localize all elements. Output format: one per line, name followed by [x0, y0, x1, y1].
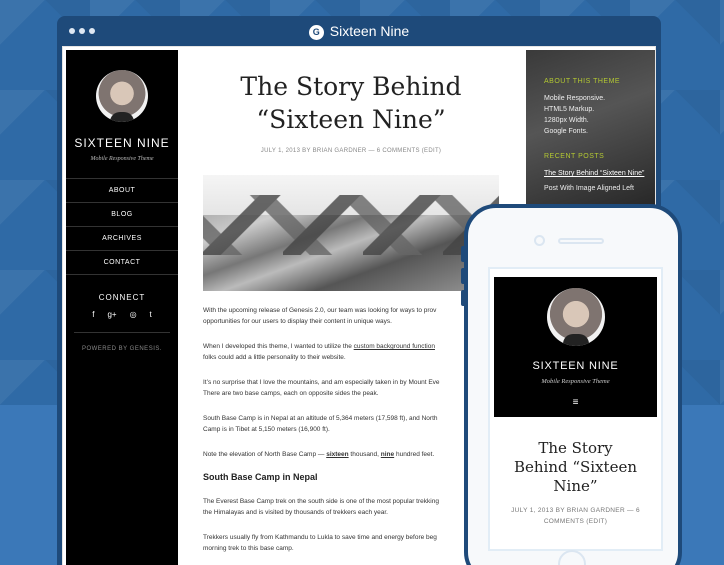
facebook-icon[interactable]: f	[92, 310, 94, 319]
nav-item-blog[interactable]: BLOG	[66, 203, 178, 227]
post-title-line: The Story Behind	[240, 72, 462, 101]
sixteen-text: sixteen	[326, 451, 349, 458]
recent-post-link[interactable]: Post With Image Aligned Left	[544, 183, 655, 194]
paragraph-line: The Everest Base Camp trek on the south …	[203, 498, 439, 505]
paragraph: It’s no surprise that I love the mountai…	[203, 377, 499, 399]
site-title[interactable]: SIXTEEN NINE	[66, 136, 178, 150]
post-title-line: “Sixteen Nine”	[256, 105, 446, 134]
nav-item-about[interactable]: ABOUT	[66, 179, 178, 203]
twitter-icon[interactable]: t	[150, 310, 152, 319]
post-meta: JULY 1, 2013 BY BRIAN GARDNER — 6 COMMEN…	[260, 148, 442, 154]
paragraph: South Base Camp is in Nepal at an altitu…	[203, 413, 499, 435]
browser-title-text: Sixteen Nine	[329, 23, 410, 39]
mountain-image	[203, 175, 499, 291]
camera-icon	[534, 235, 545, 246]
paragraph-line: Trekkers usually fly from Kathmandu to L…	[203, 534, 437, 541]
paragraph-line: folks could add a little personality to …	[203, 354, 346, 361]
mobile-header: SIXTEEN NINE Mobile Responsive Theme ≡	[494, 277, 657, 417]
about-item: Mobile Responsive.	[544, 95, 606, 102]
nav-item-archives[interactable]: ARCHIVES	[66, 227, 178, 251]
paragraph: Note the elevation of North Base Camp — …	[203, 449, 499, 460]
avatar	[546, 288, 605, 346]
paragraph-line: South Base Camp is in Nepal at an altitu…	[203, 415, 438, 422]
section-heading: South Base Camp in Nepal	[203, 472, 318, 482]
left-sidebar: SIXTEEN NINE Mobile Responsive Theme ABO…	[66, 50, 178, 565]
mobile-site-title[interactable]: SIXTEEN NINE	[494, 360, 657, 372]
recent-post-link[interactable]: The Story Behind “Sixteen Nine”	[544, 168, 655, 179]
paragraph-line: Camp is in Tibet at 5,150 meters (16,900…	[203, 426, 330, 433]
mobile-meta-line: JULY 1, 2013 BY BRIAN GARDNER — 6	[511, 507, 640, 514]
phone-mockup: SIXTEEN NINE Mobile Responsive Theme ≡ T…	[464, 204, 682, 565]
mobile-site-description: Mobile Responsive Theme	[541, 378, 610, 385]
post-title: The Story Behind “Sixteen Nine”	[203, 70, 499, 136]
instagram-icon[interactable]: ◎	[130, 310, 137, 319]
paragraph: When I developed this theme, I wanted to…	[203, 341, 499, 363]
paragraph-line: opportunities for our users to display t…	[203, 318, 392, 325]
connect-title: CONNECT	[98, 293, 146, 302]
paragraph: With the upcoming release of Genesis 2.0…	[203, 305, 499, 327]
paragraph: Trekkers usually fly from Kathmandu to L…	[203, 532, 499, 554]
paragraph-line: It’s no surprise that I love the mountai…	[203, 379, 440, 386]
custom-background-link[interactable]: custom background function	[354, 343, 435, 350]
paragraph-line: Note the elevation of North Base Camp — …	[203, 449, 499, 460]
paragraph-line: the Himalayas and is visited by thousand…	[203, 509, 388, 516]
google-plus-icon[interactable]: g+	[107, 310, 116, 319]
phone-screen: SIXTEEN NINE Mobile Responsive Theme ≡ T…	[488, 267, 663, 551]
divider	[74, 332, 170, 333]
recent-posts-title: RECENT POSTS	[544, 153, 605, 160]
mobile-meta-line: COMMENTS (EDIT)	[543, 518, 608, 525]
paragraph: The Everest Base Camp trek on the south …	[203, 496, 499, 518]
mobile-title-line: Behind “Sixteen	[513, 458, 638, 476]
recent-posts-list: The Story Behind “Sixteen Nine” Post Wit…	[544, 168, 655, 194]
paragraph-line: When I developed this theme, I wanted to…	[203, 341, 499, 352]
paragraph-line: morning trek to this base camp.	[203, 545, 294, 552]
nav-item-contact[interactable]: CONTACT	[66, 251, 178, 275]
mobile-post-meta: JULY 1, 2013 BY BRIAN GARDNER — 6 COMMEN…	[506, 505, 645, 527]
about-item: Google Fonts.	[544, 128, 588, 135]
social-icons: f g+ ◎ t	[66, 310, 178, 319]
about-item: 1280px Width.	[544, 117, 589, 124]
paragraph-line: With the upcoming release of Genesis 2.0…	[203, 307, 437, 314]
text: When I developed this theme, I wanted to…	[203, 343, 354, 350]
text: hundred feet.	[394, 451, 435, 458]
nine-text: nine	[380, 451, 395, 458]
browser-title: G Sixteen Nine	[57, 23, 661, 40]
text: Note the elevation of North Base Camp —	[203, 451, 327, 458]
avatar	[96, 70, 148, 122]
about-item: HTML5 Markup.	[544, 106, 595, 113]
post-content: The Story Behind “Sixteen Nine” JULY 1, …	[203, 70, 499, 554]
powered-by[interactable]: POWERED BY GENESIS.	[66, 346, 178, 352]
text: thousand,	[348, 451, 381, 458]
browser-titlebar: G Sixteen Nine	[57, 16, 661, 46]
about-widget-list: Mobile Responsive. HTML5 Markup. 1280px …	[544, 93, 655, 137]
about-widget-title: ABOUT THIS THEME	[544, 78, 621, 85]
paragraph-line: There are two base camps, each on opposi…	[203, 390, 379, 397]
mobile-title-line: The Story	[538, 439, 613, 457]
primary-nav: ABOUT BLOG ARCHIVES CONTACT	[66, 178, 178, 275]
site-description: Mobile Responsive Theme	[90, 156, 154, 162]
mobile-title-line: Nine”	[553, 477, 598, 495]
home-button	[558, 550, 586, 565]
mobile-post-title: The Story Behind “Sixteen Nine”	[490, 439, 661, 496]
hamburger-menu-icon[interactable]: ≡	[494, 397, 657, 408]
speaker-icon	[558, 238, 604, 244]
right-sidebar: ABOUT THIS THEME Mobile Responsive. HTML…	[526, 50, 655, 220]
genesis-logo-icon: G	[308, 24, 324, 40]
